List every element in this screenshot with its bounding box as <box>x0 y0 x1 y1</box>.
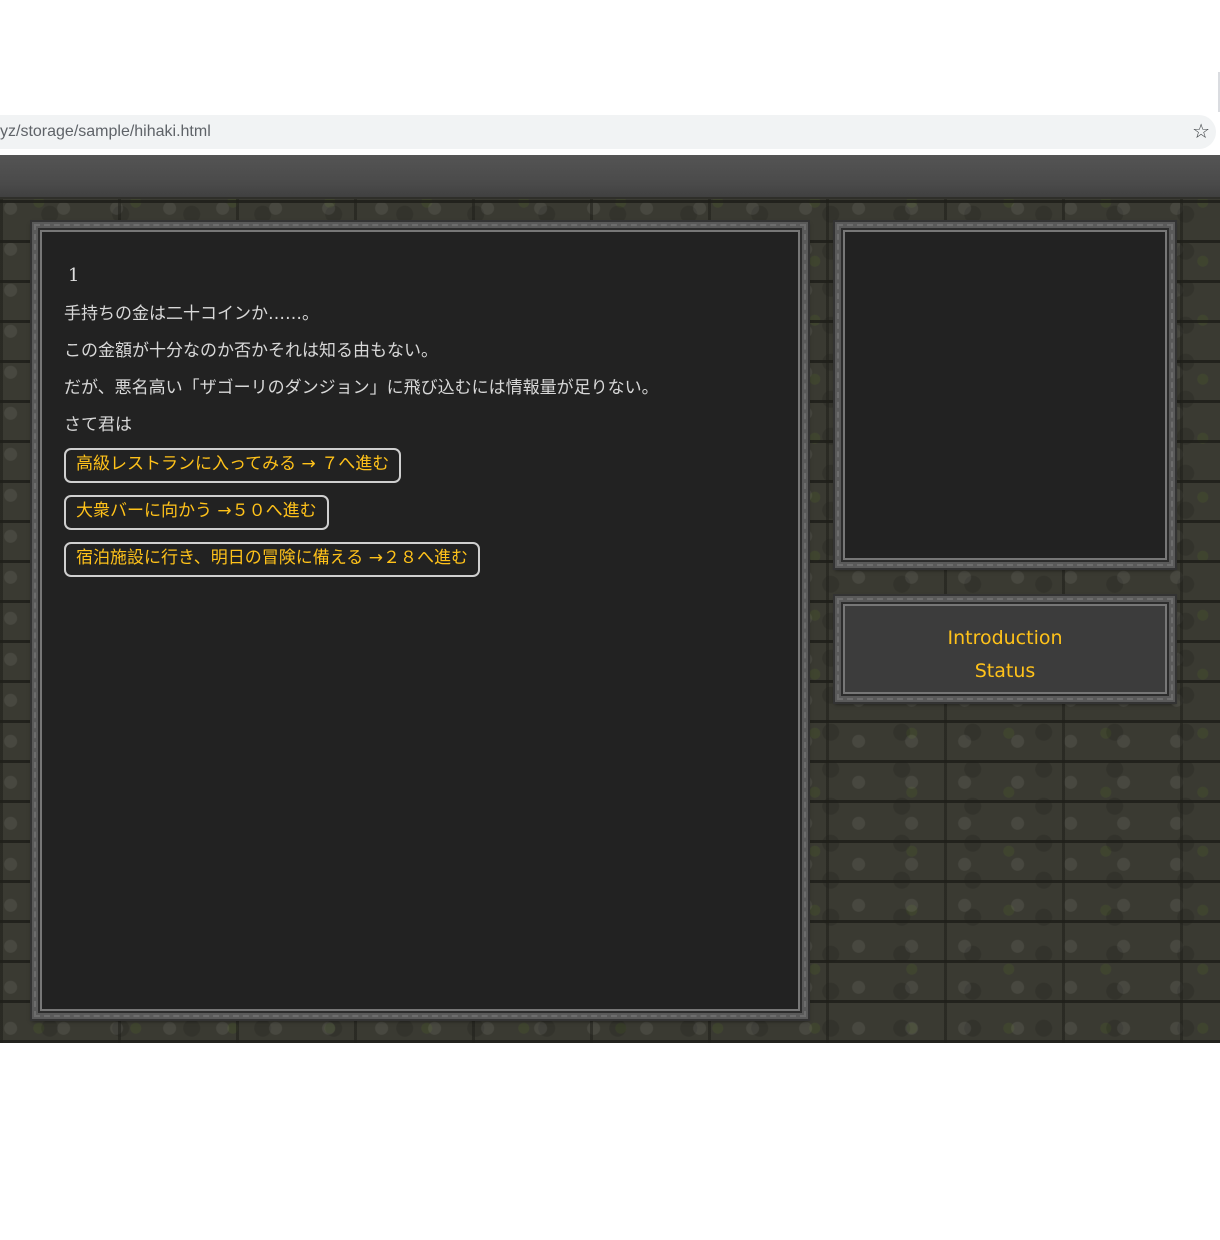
story-line: さて君は <box>64 415 132 435</box>
menu-link-status[interactable]: Status <box>841 655 1169 688</box>
choice-button-lodging[interactable]: 宿泊施設に行き、明日の冒険に備える →２８へ進む <box>64 542 480 577</box>
choice-button-restaurant[interactable]: 高級レストランに入ってみる → ７へ進む <box>64 448 402 483</box>
browser-page: yz/storage/sample/hihaki.html ☆ 1 手持ちの金は… <box>0 0 1220 1240</box>
story-line: 手持ちの金は二十コインか……。 <box>64 304 319 324</box>
choice-button-bar[interactable]: 大衆バーに向かう →５０へ進む <box>64 495 329 530</box>
image-panel <box>835 222 1175 568</box>
paragraph-number: 1 <box>68 265 80 286</box>
side-menu: Introduction Status <box>841 622 1169 688</box>
game-viewport: 1 手持ちの金は二十コインか……。 この金額が十分なのか否かそれは知る由もない。… <box>0 155 1220 1043</box>
top-stone-strip <box>0 155 1220 199</box>
url-text[interactable]: yz/storage/sample/hihaki.html <box>0 123 211 141</box>
bookmark-star-icon[interactable]: ☆ <box>1192 119 1210 143</box>
address-bar[interactable]: yz/storage/sample/hihaki.html ☆ <box>0 115 1216 149</box>
menu-link-introduction[interactable]: Introduction <box>841 622 1169 655</box>
story-line: だが、悪名高い「ザゴーリのダンジョン」に飛び込むには情報量が足りない。 <box>64 378 659 398</box>
story-line: この金額が十分なのか否かそれは知る由もない。 <box>64 341 438 361</box>
story-content: 1 手持ちの金は二十コインか……。 この金額が十分なのか否かそれは知る由もない。… <box>64 264 782 589</box>
story-panel: 1 手持ちの金は二十コインか……。 この金額が十分なのか否かそれは知る由もない。… <box>32 222 808 1019</box>
side-menu-panel: Introduction Status <box>835 596 1175 702</box>
choice-list: 高級レストランに入ってみる → ７へ進む 大衆バーに向かう →５０へ進む 宿泊施… <box>64 448 782 589</box>
